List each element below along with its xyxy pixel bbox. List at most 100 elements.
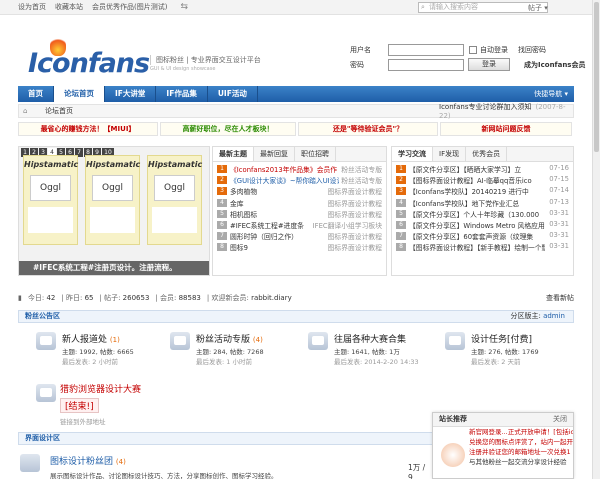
topic-item[interactable]: 3 多肉植物 图标界面设计教程 <box>217 186 382 197</box>
newest-member-link[interactable]: rabbit.diary <box>251 294 292 302</box>
promo-title[interactable]: 猎豹浏览器设计大赛 <box>60 382 141 395</box>
site-logo[interactable]: Iconfans <box>28 36 150 79</box>
username-input[interactable] <box>388 43 464 56</box>
topic-title[interactable]: 相机图标 <box>230 209 326 220</box>
topic-title[interactable]: 【原文件分享区】60套套声资源（纹理集 <box>409 231 545 242</box>
topic-item[interactable]: 4 【Iconfans学校队】地下党作业汇总 07-13 <box>396 198 569 209</box>
topic-forum[interactable]: 图标界面设计教程 <box>328 231 382 242</box>
rank-badge: 3 <box>396 187 406 196</box>
forum-entry[interactable]: 往届各种大赛合集 主题: 1641, 帖数: 1万 最后发表: 2014-2-2… <box>308 328 438 372</box>
topic-item[interactable]: 7 【原文件分享区】60套套声资源（纹理集 03-31 <box>396 231 569 242</box>
remember-label: 自动登录 <box>480 45 508 54</box>
topic-title[interactable]: 图标9 <box>230 242 326 253</box>
tab-learning[interactable]: 学习交流 <box>392 147 433 161</box>
topic-title[interactable]: 【Iconfans学校队】20140219 进行中 <box>409 186 545 197</box>
slider-caption[interactable]: #IFEC系统工程#注册页设计。注册流程。 <box>19 261 209 275</box>
forum-entry[interactable]: 设计任务[付费] 主题: 276, 帖数: 1769 最后发表: 2 天前 <box>445 328 565 372</box>
topic-forum[interactable]: 粉丝活动专版 <box>341 164 382 175</box>
tab-jobs[interactable]: 职位招聘 <box>295 147 336 161</box>
topic-title[interactable]: 【原文件分享区】Windows Metro 风格应用 <box>409 220 545 231</box>
topic-item[interactable]: 8 【图标界面设计教程】【新手教程】绘制一个飘 03-31 <box>396 242 569 253</box>
nav-item-lecture[interactable]: IF大讲堂 <box>105 86 157 102</box>
topic-title[interactable]: 【图标界面设计教程】AI-临摹qq音乐ico <box>409 175 545 186</box>
banner-link[interactable]: 新网站问题反馈 <box>440 122 572 136</box>
nav-item-works[interactable]: IF作品集 <box>156 86 208 102</box>
topic-date: 03-31 <box>549 242 569 251</box>
topic-title[interactable]: 《Iconfans2013年作品集》会员作 <box>230 164 339 175</box>
rank-badge: 8 <box>217 243 227 252</box>
home-icon[interactable]: ⌂ <box>23 107 33 115</box>
forum-entry[interactable]: 粉丝活动专版 (4) 主题: 284, 帖数: 7268 最后发表: 1 小时前 <box>170 328 290 372</box>
topic-item[interactable]: 2 《GUI设计大家谈》~帮你踏入UI设计 粉丝活动专版 <box>217 175 382 186</box>
topic-item[interactable]: 6 【原文件分享区】Windows Metro 风格应用 03-31 <box>396 220 569 231</box>
forum-entry[interactable]: 图标设计粉丝团 (4) 展示图标设计作品、讨论图标设计技巧、方法，分享图标创作、… <box>20 450 430 479</box>
topic-item[interactable]: 3 【Iconfans学校队】20140219 进行中 07-14 <box>396 186 569 197</box>
banner-link[interactable]: 还是"等待验证会员"？ <box>298 122 438 136</box>
topic-title[interactable]: 金库 <box>230 198 326 209</box>
bookmark-link[interactable]: 收藏本站 <box>55 2 83 12</box>
promo-badge: [结束!] <box>60 398 99 413</box>
topic-title[interactable]: 圆形时钟（回归之作） <box>230 231 326 242</box>
topic-item[interactable]: 8 图标9 图标界面设计教程 <box>217 242 382 253</box>
announcement-link[interactable]: Iconfans专业讨论群加入须知 (2007-8-22) <box>439 102 573 120</box>
banner-link[interactable]: 最省心的赚钱方法！【MIUI】 <box>18 122 158 136</box>
nav-item-forum[interactable]: 论坛首页 <box>54 86 105 102</box>
new-posts-link[interactable]: 查看新帖 <box>546 293 574 303</box>
topic-forum[interactable]: 图标界面设计教程 <box>328 186 382 197</box>
topic-title[interactable]: 【图标界面设计教程】【新手教程】绘制一个飘 <box>409 242 545 253</box>
topic-title[interactable]: 【Iconfans学校队】地下党作业汇总 <box>409 198 545 209</box>
image-slider[interactable]: 1 2 3 4 5 6 7 8 9 10 Hipstamatic Oggl Hi… <box>18 146 210 276</box>
topic-title[interactable]: 《GUI设计大家谈》~帮你踏入UI设计 <box>230 175 339 186</box>
forum-entry[interactable]: 新人报道处 (1) 主题: 1992, 帖数: 6665 最后发表: 2 小时前 <box>36 328 156 372</box>
set-homepage-link[interactable]: 设为首页 <box>18 2 46 12</box>
topic-item[interactable]: 5 【原文件分享区】个人十年珍藏（130.000 03-31 <box>396 209 569 220</box>
rank-badge: 3 <box>217 187 227 196</box>
topic-item[interactable]: 2 【图标界面设计教程】AI-临摹qq音乐ico 07-15 <box>396 175 569 186</box>
switch-width-icon[interactable]: ⇆ <box>180 2 188 12</box>
topic-title[interactable]: 多肉植物 <box>230 186 326 197</box>
topic-item[interactable]: 1 《Iconfans2013年作品集》会员作 粉丝活动专版 <box>217 164 382 175</box>
quick-nav-menu[interactable]: 快捷导航 ▾ <box>534 86 568 102</box>
topic-forum[interactable]: 粉丝活动专版 <box>341 175 382 186</box>
breadcrumb-current[interactable]: 论坛首页 <box>45 106 73 116</box>
topic-item[interactable]: 1 【原文件分享区】【晒晒大家学习】立 07-16 <box>396 164 569 175</box>
topic-item[interactable]: 7 圆形时钟（回归之作） 图标界面设计教程 <box>217 231 382 242</box>
forgot-password-link[interactable]: 找回密码 <box>518 45 546 55</box>
topic-item[interactable]: 5 相机图标 图标界面设计教程 <box>217 209 382 220</box>
topic-forum[interactable]: 图标界面设计教程 <box>328 198 382 209</box>
tab-top-members[interactable]: 优秀会员 <box>466 147 508 161</box>
topic-forum[interactable]: 图标界面设计教程 <box>328 209 382 220</box>
scrollbar-thumb[interactable] <box>594 2 599 152</box>
promo-forum[interactable]: 猎豹浏览器设计大赛 [结束!] 链接到外部地址 <box>60 382 141 426</box>
topic-title[interactable]: #IFEC系统工程#进度条 <box>230 220 311 231</box>
rank-badge: 4 <box>396 198 406 207</box>
tab-discover[interactable]: IF发现 <box>433 147 467 161</box>
username-label: 用户名 <box>350 45 371 54</box>
page: 设为首页 收藏本站 会员优秀作品(图片测试) ⇆ ⌕ 请输入搜索内容 帖子 ▾ … <box>0 0 592 479</box>
topic-item[interactable]: 4 金库 图标界面设计教程 <box>217 198 382 209</box>
topic-forum[interactable]: IFEC翻译小组学习板块 <box>313 220 382 231</box>
vertical-scrollbar[interactable] <box>592 0 600 479</box>
recommend-item[interactable]: 新官网登录...正式开放申请！[包括ico...] <box>433 427 573 437</box>
password-input[interactable] <box>388 58 464 71</box>
topic-item[interactable]: 6 #IFEC系统工程#进度条 IFEC翻译小组学习板块 <box>217 220 382 231</box>
topic-date: 07-16 <box>549 164 569 172</box>
login-button[interactable]: 登录 <box>468 58 510 71</box>
nav-item-home[interactable]: 首页 <box>18 86 54 102</box>
member-showcase-link[interactable]: 会员优秀作品(图片测试) <box>92 2 167 12</box>
topic-title[interactable]: 【原文件分享区】【晒晒大家学习】立 <box>409 164 545 175</box>
forum-entry[interactable] <box>36 380 56 424</box>
tab-latest-replies[interactable]: 最新回复 <box>254 147 295 161</box>
search-icon: ⌕ <box>421 3 425 11</box>
topic-title[interactable]: 【原文件分享区】个人十年珍藏（130.000 <box>409 209 545 220</box>
search-type-select[interactable]: 帖子 ▾ <box>528 3 548 13</box>
section-header[interactable]: 粉丝公告区 分区版主: admin <box>18 310 574 323</box>
nav-item-events[interactable]: UIF活动 <box>208 86 258 102</box>
remember-checkbox[interactable] <box>469 45 477 54</box>
banner-link[interactable]: 高薪好职位，尽在人才板块！ <box>160 122 296 136</box>
tab-latest-topics[interactable]: 最新主题 <box>213 147 254 161</box>
topic-forum[interactable]: 图标界面设计教程 <box>328 242 382 253</box>
register-link[interactable]: 成为Iconfans会员 <box>524 60 585 70</box>
close-button[interactable]: 关闭 <box>553 413 567 426</box>
rank-badge: 6 <box>217 220 227 229</box>
